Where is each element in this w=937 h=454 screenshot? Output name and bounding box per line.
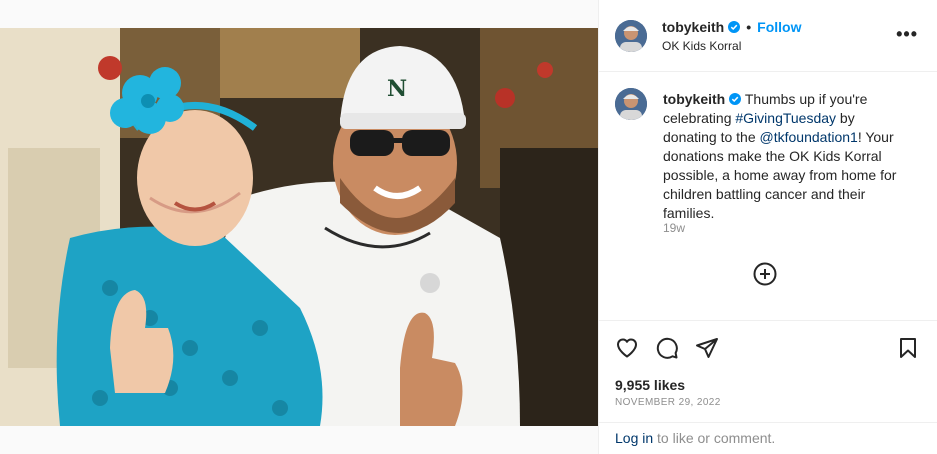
login-link[interactable]: Log in	[615, 430, 653, 446]
action-bar: 9,955 likes NOVEMBER 29, 2022 Log in to …	[599, 320, 937, 454]
bookmark-icon[interactable]	[896, 336, 920, 360]
svg-text:N: N	[387, 76, 407, 102]
hashtag-link[interactable]: #GivingTuesday	[735, 110, 836, 126]
likes-count[interactable]: 9,955 likes	[615, 377, 685, 393]
login-prompt: Log in to like or comment.	[599, 422, 937, 454]
caption-username[interactable]: tobykeith	[663, 91, 725, 107]
mention-link[interactable]: @tkfoundation1	[760, 129, 858, 145]
caption-text: tobykeith Thumbs up if you're celebratin…	[663, 90, 903, 223]
top-margin	[0, 0, 598, 28]
post-location[interactable]: OK Kids Korral	[662, 39, 741, 53]
post-side-panel: tobykeith • Follow OK Kids Korral ••• to…	[598, 0, 937, 454]
more-options-icon[interactable]: •••	[896, 24, 918, 45]
login-prompt-text: to like or comment.	[653, 430, 776, 446]
verified-badge-icon	[728, 21, 741, 33]
heart-icon[interactable]	[615, 336, 639, 360]
caption-avatar-image	[615, 88, 647, 120]
post-date[interactable]: NOVEMBER 29, 2022	[615, 397, 721, 408]
caption-timestamp[interactable]: 19w	[663, 221, 685, 235]
avatar[interactable]	[615, 20, 647, 52]
post-header: tobykeith • Follow OK Kids Korral •••	[599, 0, 937, 72]
separator-dot: •	[746, 19, 752, 35]
bottom-margin	[0, 426, 598, 454]
plus-circle-icon[interactable]	[753, 262, 777, 286]
post-photo-illustration: N	[0, 28, 598, 426]
paper-plane-icon[interactable]	[695, 336, 719, 360]
avatar-image	[615, 20, 647, 52]
post-photo[interactable]: N	[0, 28, 598, 426]
verified-badge-icon	[729, 93, 742, 105]
comment-bubble-icon[interactable]	[655, 336, 679, 360]
header-user-row: tobykeith • Follow	[662, 19, 801, 35]
post-frame: N tobykeith • Follow OK Kids Korral ••• …	[0, 0, 937, 454]
follow-button[interactable]: Follow	[757, 19, 801, 35]
caption-avatar[interactable]	[615, 88, 647, 120]
header-username[interactable]: tobykeith	[662, 19, 724, 35]
